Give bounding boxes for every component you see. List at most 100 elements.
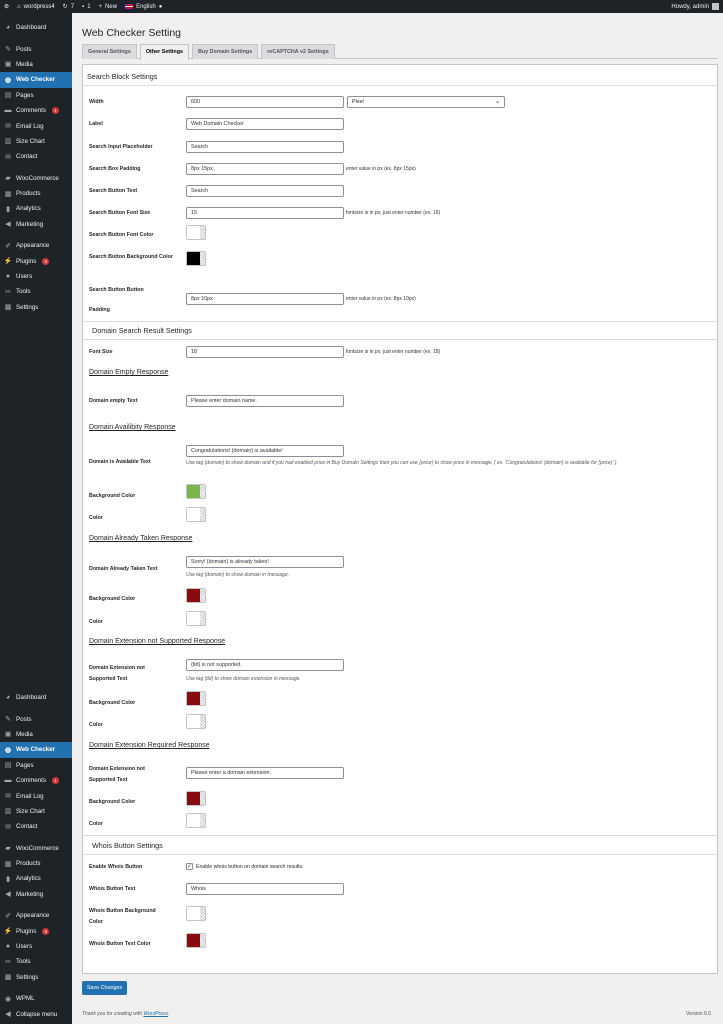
ext-required-input[interactable]: Please enter a domain extension.	[186, 767, 344, 779]
menu-item-tools[interactable]: ✂ Tools	[0, 954, 72, 969]
menu-item-marketing[interactable]: ◀ Marketing	[0, 217, 72, 232]
menu-item-analytics[interactable]: ▮ Analytics	[0, 201, 72, 216]
avatar	[712, 3, 719, 10]
menu-item-posts[interactable]: ✎ Posts	[0, 41, 72, 56]
placeholder-input[interactable]: Search	[186, 141, 344, 153]
menu-item-tools[interactable]: ✂ Tools	[0, 284, 72, 299]
howdy-text: Howdy, admin	[671, 3, 709, 10]
menu-item-dashboard[interactable]: ◕ Dashboard	[0, 690, 72, 705]
button-text-label: Search Button Text	[89, 188, 138, 194]
available-color-picker[interactable]	[186, 507, 206, 522]
whois-text-color-picker[interactable]	[186, 933, 206, 948]
menu-item-web-checker[interactable]: ◍ Web Checker	[0, 742, 72, 758]
menu-item-email-log[interactable]: ✉ Email Log	[0, 118, 72, 133]
menu-item-media[interactable]: ▣ Media	[0, 57, 72, 72]
req-color-picker[interactable]	[186, 813, 206, 828]
menu-item-web-checker[interactable]: ◍ Web Checker	[0, 72, 72, 88]
menu-item-media[interactable]: ▣ Media	[0, 727, 72, 742]
empty-text-input[interactable]: Please enter domain name.	[186, 395, 344, 407]
menu-item-size-chart[interactable]: ▥ Size Chart	[0, 804, 72, 819]
whois-bg-color-picker[interactable]	[186, 906, 206, 921]
taken-text-description: Use tag {domain} to show domain in messa…	[186, 572, 290, 578]
tab-recaptcha-settings[interactable]: reCAPTCHA v2 Settings	[261, 44, 335, 59]
menu-item-size-chart[interactable]: ▥ Size Chart	[0, 134, 72, 149]
menu-item-settings[interactable]: ▩ Settings	[0, 970, 72, 985]
req-bg-color-picker[interactable]	[186, 791, 206, 806]
search-padding-input[interactable]: 8px 15px	[186, 163, 344, 175]
collapse-menu-button[interactable]: ◀ Collapse menu	[0, 1006, 72, 1021]
menu-item-products[interactable]: ▦ Products	[0, 186, 72, 201]
menu-item-marketing[interactable]: ◀ Marketing	[0, 887, 72, 902]
language-switcher[interactable]: English ●	[121, 0, 166, 13]
width-input[interactable]: 600	[186, 96, 344, 108]
site-name-link[interactable]: ⌂ wordpress4	[13, 0, 59, 13]
whois-text-input[interactable]: Whois	[186, 883, 344, 895]
menu-item-comments[interactable]: ▬ Comments 1	[0, 103, 72, 118]
button-text-input[interactable]: Search	[186, 185, 344, 197]
comments-link[interactable]: ▪ 1	[78, 0, 94, 13]
my-account-link[interactable]: Howdy, admin	[667, 0, 723, 13]
menu-item-plugins[interactable]: ⚡ Plugins 4	[0, 923, 72, 938]
menu-item-pages[interactable]: ▤ Pages	[0, 758, 72, 773]
menu-item-woocommerce[interactable]: ▰ WooCommerce	[0, 171, 72, 186]
subsection-taken-response: Domain Already Taken Response	[89, 535, 193, 542]
taken-text-input[interactable]: Sorry! {domain} is already taken!	[186, 556, 344, 568]
comment-icon: ▬	[4, 107, 12, 115]
label-input[interactable]: Web Domain Checker	[186, 118, 344, 130]
tab-general-settings[interactable]: General Settings	[82, 44, 137, 59]
color-picker-handle-icon	[200, 907, 205, 920]
width-unit-select[interactable]: Pixel ⌄	[347, 96, 505, 108]
menu-item-comments[interactable]: ▬ Comments 1	[0, 773, 72, 788]
chart-icon: ▥	[4, 138, 12, 146]
ext-not-supported-input[interactable]: {tld} is not supported.	[186, 659, 344, 671]
available-bg-color-picker[interactable]	[186, 484, 206, 499]
menu-item-contact[interactable]: ✉ Contact	[0, 819, 72, 834]
admin-menu-bottom: ◕ Dashboard ✎ Posts ▣ Media ◍ Web Checker ▤ P…	[0, 690, 72, 1022]
ext-color-picker[interactable]	[186, 714, 206, 729]
subsection-ext-required: Domain Extension Required Response	[89, 742, 210, 749]
menu-item-pages[interactable]: ▤ Pages	[0, 88, 72, 103]
menu-item-appearance[interactable]: ✐ Appearance	[0, 908, 72, 923]
menu-item-users[interactable]: ● Users	[0, 939, 72, 954]
color-swatch	[187, 934, 201, 947]
taken-bg-color-picker[interactable]	[186, 588, 206, 603]
menu-item-woocommerce[interactable]: ▰ WooCommerce	[0, 841, 72, 856]
button-bg-color-picker[interactable]	[186, 251, 206, 266]
wp-logo-icon[interactable]: ⊛	[0, 0, 13, 13]
brush-icon: ✐	[5, 242, 11, 250]
menu-item-email-log[interactable]: ✉ Email Log	[0, 788, 72, 803]
ext-not-supported-label-1: Domain Extension not	[89, 665, 145, 671]
updates-icon: ↻	[62, 4, 68, 10]
save-changes-button[interactable]: Save Changes	[82, 981, 127, 995]
whois-bg-label-1: Whois Button Background	[89, 908, 156, 914]
ext-not-supported-description: Use tag {tld} to show domain extension i…	[186, 676, 301, 682]
new-content-link[interactable]: + New	[95, 0, 122, 13]
tab-other-settings[interactable]: Other Settings	[139, 44, 189, 60]
menu-item-settings[interactable]: ▩ Settings	[0, 300, 72, 315]
menu-item-analytics[interactable]: ▮ Analytics	[0, 871, 72, 886]
taken-color-picker[interactable]	[186, 611, 206, 626]
req-bg-color-label: Background Color	[89, 799, 136, 805]
menu-item-users[interactable]: ● Users	[0, 269, 72, 284]
button-font-color-picker[interactable]	[186, 225, 206, 240]
tab-buy-domain-settings[interactable]: Buy Domain Settings	[191, 44, 259, 59]
available-text-input[interactable]: Congratulations! {domain} is available!	[186, 445, 344, 457]
wordpress-link[interactable]: WordPress	[143, 1011, 168, 1017]
admin-bar: ⊛ ⌂ wordpress4 ↻ 7 ▪ 1 + New English ● Howdy,…	[0, 0, 723, 13]
checkmark-icon: ✓	[186, 863, 193, 870]
menu-item-contact[interactable]: ✉ Contact	[0, 149, 72, 164]
enable-whois-checkbox[interactable]: ✓ Enable whois button on domain search re…	[186, 863, 304, 870]
font-size-input[interactable]: 18	[186, 346, 344, 358]
section-divider	[83, 85, 719, 86]
menu-item-products[interactable]: ▦ Products	[0, 856, 72, 871]
menu-item-plugins[interactable]: ⚡ Plugins 4	[0, 253, 72, 268]
updates-link[interactable]: ↻ 7	[59, 0, 78, 13]
button-padding-input[interactable]: 8px 10px	[186, 293, 344, 305]
ext-bg-color-picker[interactable]	[186, 691, 206, 706]
menu-item-dashboard[interactable]: ◕ Dashboard	[0, 20, 72, 35]
menu-item-wpml[interactable]: ◉ WPML	[0, 991, 72, 1006]
menu-item-posts[interactable]: ✎ Posts	[0, 711, 72, 726]
menu-item-appearance[interactable]: ✐ Appearance	[0, 238, 72, 253]
button-font-size-input[interactable]: 15	[186, 207, 344, 219]
color-picker-handle-icon	[200, 612, 205, 625]
